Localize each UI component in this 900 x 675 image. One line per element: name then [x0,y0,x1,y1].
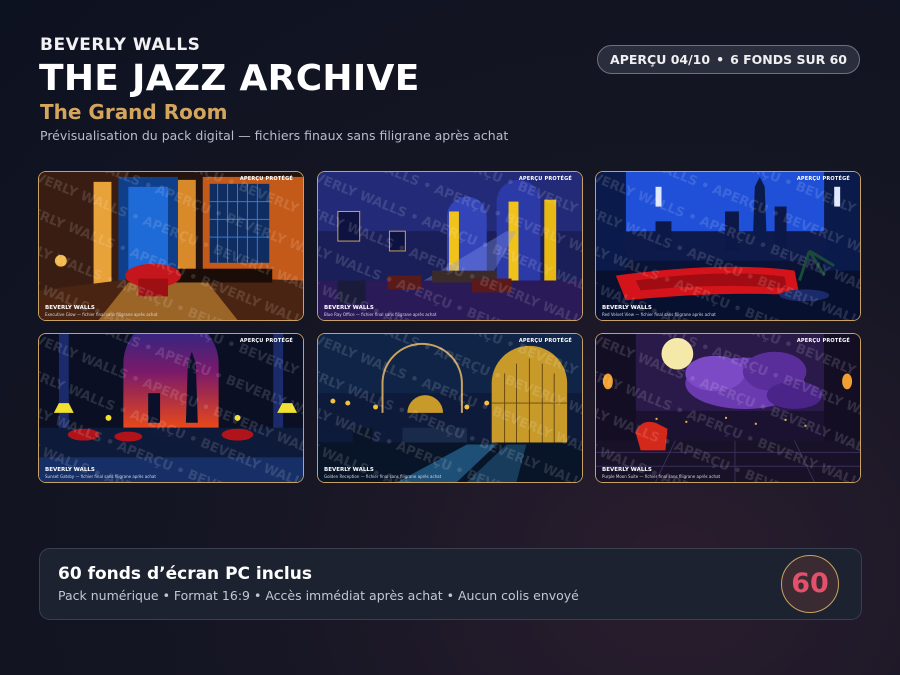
page-subtitle: The Grand Room [40,100,228,124]
wallpaper-image [39,172,303,320]
page-title: THE JAZZ ARCHIVE [39,58,420,99]
protected-tag: APERÇU PROTÉGÉ [518,176,572,182]
wallpaper-image [39,334,303,482]
wallpaper-image [318,334,582,482]
wallpaper-card[interactable]: BEVERLY WALLS • APERÇU • BEVERLY WALLS •… [38,171,304,321]
card-caption: Purple Moon Suite — fichier final sans f… [602,474,721,479]
card-brand: BEVERLY WALLS [602,467,652,473]
pill-separator: • [716,52,725,67]
pack-info-banner: 60 fonds d’écran PC inclus Pack numériqu… [39,548,862,620]
card-brand: BEVERLY WALLS [45,305,95,311]
preview-count: 6 FONDS SUR 60 [730,52,847,67]
card-caption: Blue Ray Office — fichier final sans fil… [324,312,437,317]
card-caption: Sunset Gatsby — fichier final sans filig… [45,474,156,479]
banner-title: 60 fonds d’écran PC inclus [58,564,312,584]
count-badge: 60 [781,555,839,613]
wallpaper-image [596,172,860,320]
card-brand: BEVERLY WALLS [602,305,652,311]
preview-index: APERÇU 04/10 [610,52,711,67]
card-caption: Red Velvet View — fichier final sans fil… [602,312,716,317]
wallpaper-image [318,172,582,320]
wallpaper-card[interactable]: BEVERLY WALLS • APERÇU • BEVERLY WALLS •… [317,333,583,483]
card-caption: Golden Reception — fichier final sans fi… [324,474,442,479]
card-caption: Executive Glow — fichier final sans fili… [45,312,158,317]
protected-tag: APERÇU PROTÉGÉ [796,176,850,182]
preview-pill: APERÇU 04/10 • 6 FONDS SUR 60 [597,45,860,74]
card-brand: BEVERLY WALLS [324,467,374,473]
wallpaper-card[interactable]: BEVERLY WALLS • APERÇU • BEVERLY WALLS •… [595,171,861,321]
page-description: Prévisualisation du pack digital — fichi… [40,128,509,143]
wallpaper-card[interactable]: BEVERLY WALLS • APERÇU • BEVERLY WALLS •… [317,171,583,321]
wallpaper-grid: BEVERLY WALLS • APERÇU • BEVERLY WALLS •… [38,171,862,483]
protected-tag: APERÇU PROTÉGÉ [239,338,293,344]
protected-tag: APERÇU PROTÉGÉ [796,338,850,344]
banner-details: Pack numérique • Format 16:9 • Accès imm… [58,588,579,603]
card-brand: BEVERLY WALLS [45,467,95,473]
protected-tag: APERÇU PROTÉGÉ [239,176,293,182]
wallpaper-card[interactable]: BEVERLY WALLS • APERÇU • BEVERLY WALLS •… [38,333,304,483]
wallpaper-image [596,334,860,482]
protected-tag: APERÇU PROTÉGÉ [518,338,572,344]
card-brand: BEVERLY WALLS [324,305,374,311]
brand-label: BEVERLY WALLS [40,35,201,55]
wallpaper-card[interactable]: BEVERLY WALLS • APERÇU • BEVERLY WALLS •… [595,333,861,483]
